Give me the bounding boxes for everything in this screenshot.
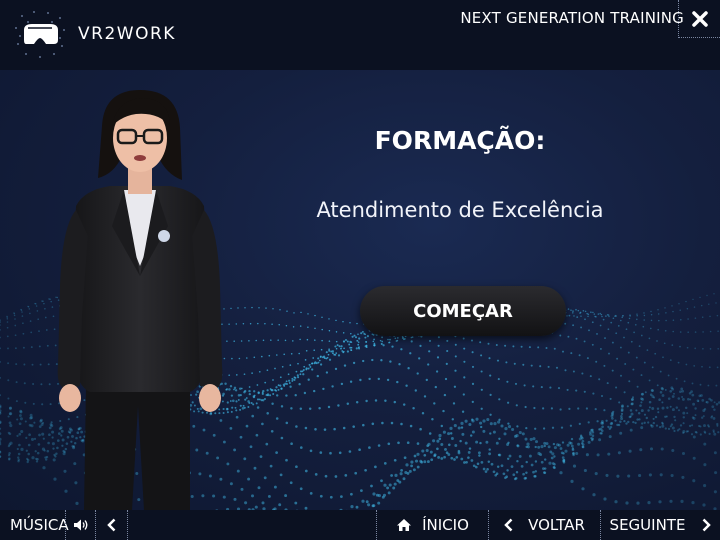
next-button[interactable]: SEGUINTE (600, 510, 720, 540)
course-heading: FORMAÇÃO: (374, 126, 546, 155)
brand-name: VR2WORK (78, 24, 176, 44)
home-button[interactable]: ÍNICIO (376, 510, 488, 540)
back-button[interactable]: VOLTAR (488, 510, 600, 540)
music-label-item: MÚSICA (10, 510, 69, 540)
course-name: Atendimento de Excelência (316, 198, 604, 222)
intro-scene: FORMAÇÃO: Atendimento de Excelência COME… (0, 70, 720, 510)
volume-button[interactable] (65, 510, 95, 540)
vr-headset-logo-icon (15, 11, 65, 58)
chevron-left-icon (504, 518, 513, 532)
home-icon (397, 519, 412, 531)
tagline: NEXT GENERATION TRAINING (460, 9, 684, 27)
close-button[interactable] (678, 0, 720, 38)
chevron-right-icon (703, 518, 712, 532)
home-label: ÍNICIO (422, 516, 469, 534)
start-button[interactable]: COMEÇAR (360, 286, 566, 336)
music-label: MÚSICA (10, 516, 69, 534)
chevron-left-icon (106, 518, 115, 532)
music-toggle-button[interactable] (95, 510, 128, 540)
bottom-bar: MÚSICA ÍNICIO VOLTAR SEGUINTE (0, 510, 720, 540)
back-label: VOLTAR (528, 516, 585, 534)
instructor-avatar (57, 90, 223, 510)
top-bar: VR2WORK NEXT GENERATION TRAINING (0, 0, 720, 70)
next-label: SEGUINTE (609, 516, 686, 534)
close-x-icon (691, 10, 708, 27)
volume-icon (73, 519, 87, 531)
